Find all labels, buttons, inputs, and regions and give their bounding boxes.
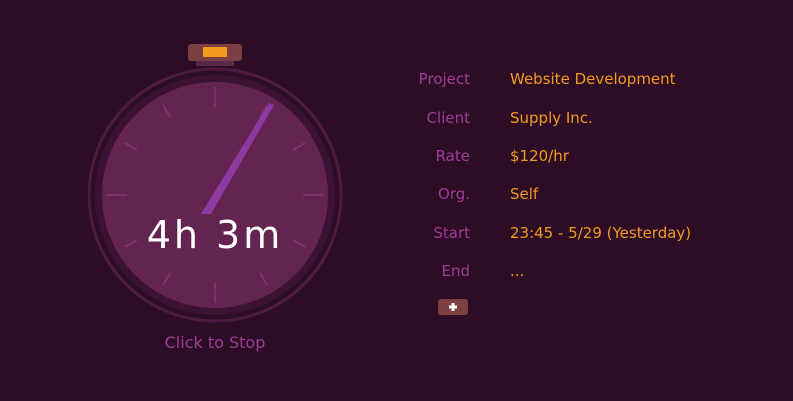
detail-label: Project — [418, 70, 470, 89]
plus-icon — [449, 303, 457, 311]
detail-row-org: Org. Self — [380, 175, 780, 213]
detail-label: Start — [433, 223, 470, 242]
detail-label: Rate — [435, 146, 470, 165]
detail-label: Client — [426, 108, 470, 127]
stopwatch-top-button-light — [203, 47, 227, 57]
stop-button[interactable]: Click to Stop — [115, 333, 315, 352]
timer-details: Project Website Development Client Suppl… — [380, 60, 780, 290]
detail-value[interactable]: $120/hr — [510, 147, 569, 165]
detail-value[interactable]: Self — [510, 185, 538, 203]
detail-row-start: Start 23:45 - 5/29 (Yesterday) — [380, 214, 780, 252]
stopwatch-graphic[interactable] — [88, 42, 344, 327]
detail-value[interactable]: Supply Inc. — [510, 109, 593, 127]
detail-label: Org. — [438, 185, 470, 204]
detail-row-client: Client Supply Inc. — [380, 98, 780, 136]
add-detail-button[interactable] — [438, 299, 468, 315]
detail-row-project: Project Website Development — [380, 60, 780, 98]
detail-label: End — [441, 262, 470, 281]
detail-row-end: End ... — [380, 252, 780, 290]
detail-value[interactable]: ... — [510, 262, 524, 280]
detail-value[interactable]: 23:45 - 5/29 (Yesterday) — [510, 224, 691, 242]
detail-row-rate: Rate $120/hr — [380, 137, 780, 175]
detail-value[interactable]: Website Development — [510, 70, 676, 88]
stopwatch[interactable]: 4h 3m — [88, 42, 344, 327]
stopwatch-stem — [196, 61, 234, 66]
